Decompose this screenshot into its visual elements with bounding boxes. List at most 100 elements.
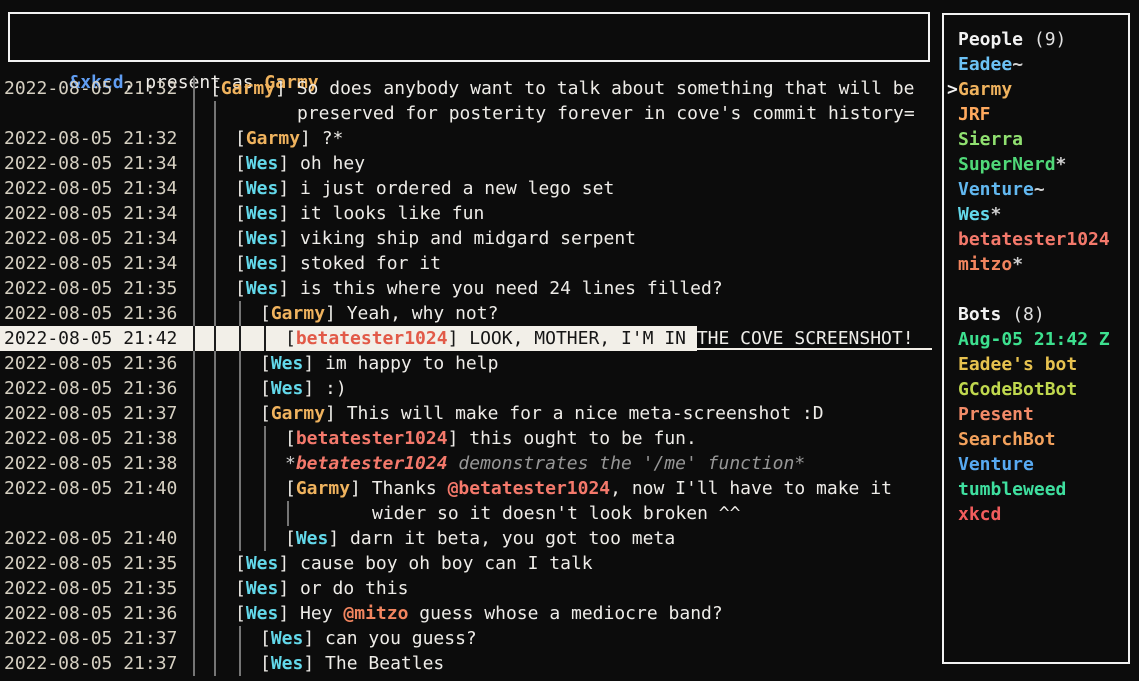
message-text: [ — [235, 603, 246, 624]
user-name: Garmy — [958, 79, 1012, 100]
active-user-marker: > — [947, 77, 958, 102]
user-list-item[interactable]: GCodeBotBot — [947, 377, 1128, 402]
user-list-item[interactable]: Venture — [947, 452, 1128, 477]
timestamp: 2022-08-05 21:34 — [4, 226, 177, 251]
nick: Wes — [246, 578, 279, 599]
chat-line[interactable]: 2022-08-05 21:34[Wes] i just ordered a n… — [0, 176, 934, 201]
chat-line[interactable]: 2022-08-05 21:36[Wes] Hey @mitzo guess w… — [0, 601, 934, 626]
user-list-item[interactable]: Eadee's bot — [947, 352, 1128, 377]
user-name: Sierra — [958, 129, 1023, 150]
chat-line[interactable]: 2022-08-05 21:42[betatester1024] LOOK, M… — [0, 326, 934, 351]
nick: Garmy — [221, 78, 275, 99]
message-text: guess whose a mediocre band? — [408, 603, 722, 624]
chat-line[interactable]: 2022-08-05 21:35 [Wes] is this where you … — [0, 276, 934, 301]
user-name: Eadee's bot — [958, 354, 1077, 375]
message-text: [ — [285, 428, 296, 449]
chat-line[interactable]: 2022-08-05 21:37[Wes] The Beatles — [0, 651, 934, 676]
message-text: ] — [278, 603, 300, 624]
user-list-item[interactable]: betatester1024 — [947, 227, 1128, 252]
message-text: [ — [260, 378, 271, 399]
message-text: [ — [285, 528, 296, 549]
user-status-suffix: ~ — [1012, 54, 1023, 75]
timestamp: 2022-08-05 21:37 — [4, 401, 177, 426]
chat-line[interactable]: 2022-08-05 21:35[Wes] cause boy oh boy c… — [0, 551, 934, 576]
chat-line[interactable]: 2022-08-05 21:40[Garmy] Thanks @betatest… — [0, 476, 934, 501]
user-name: Present — [958, 404, 1034, 425]
timestamp: 2022-08-05 21:36 — [4, 351, 177, 376]
chat-line[interactable]: wider so it doesn't look broken ^^ — [0, 501, 934, 526]
chat-line[interactable]: 2022-08-05 21:37[Wes] can you guess? — [0, 626, 934, 651]
mention[interactable]: @mitzo — [343, 603, 408, 624]
active-user-marker — [947, 377, 958, 402]
thread-guide — [214, 651, 216, 676]
chat-line[interactable]: 2022-08-05 21:40[Wes] darn it beta, you … — [0, 526, 934, 551]
user-list-item[interactable]: Wes* — [947, 202, 1128, 227]
thread-guide — [214, 101, 216, 126]
user-list-item[interactable]: Sierra — [947, 127, 1128, 152]
thread-guide — [214, 601, 216, 626]
timestamp: 2022-08-05 21:35 — [4, 276, 177, 301]
chat-line[interactable]: 2022-08-05 21:34[Wes] stoked for it — [0, 251, 934, 276]
message: [Wes] The Beatles — [260, 651, 444, 676]
chat-line[interactable]: 2022-08-05 21:34[Wes] oh hey — [0, 151, 934, 176]
message-text: ?* — [322, 128, 344, 149]
user-list-item[interactable]: mitzo* — [947, 252, 1128, 277]
message-text: So does anybody want to talk about somet… — [297, 78, 915, 99]
chat-line[interactable]: 2022-08-05 21:34[Wes] viking ship and mi… — [0, 226, 934, 251]
chat-line[interactable]: 2022-08-05 21:36 [Wes] im happy to help — [0, 351, 934, 376]
user-list-spacer — [947, 277, 1128, 302]
message-text: is this where you need 24 lines filled? — [300, 278, 723, 299]
message: [Wes] im happy to help — [260, 351, 498, 376]
message-text: viking ship and midgard serpent — [300, 228, 636, 249]
thread-guide — [214, 376, 216, 401]
user-name: SuperNerd — [958, 154, 1056, 175]
message-text: * — [285, 453, 296, 474]
user-list-item[interactable]: SuperNerd* — [947, 152, 1128, 177]
nick: betatester1024 — [296, 453, 448, 474]
chat-line[interactable]: 2022-08-05 21:32[Garmy] ?* — [0, 126, 934, 151]
user-list-item[interactable]: xkcd — [947, 502, 1128, 527]
message-text: [ — [235, 253, 246, 274]
timestamp: 2022-08-05 21:36 — [4, 301, 177, 326]
timestamp: 2022-08-05 21:34 — [4, 201, 177, 226]
user-list-item[interactable]: JRF — [947, 102, 1128, 127]
message-text: demonstrates the '/me' function — [448, 453, 795, 474]
nick: Wes — [246, 178, 279, 199]
message-text: [ — [260, 628, 271, 649]
user-list-item[interactable]: SearchBot — [947, 427, 1128, 452]
user-list-item[interactable]: >Garmy — [947, 77, 1128, 102]
chat-line[interactable]: 2022-08-05 21:36[Garmy] Yeah, why not? — [0, 301, 934, 326]
message: [Wes] cause boy oh boy can I talk — [235, 551, 593, 576]
message-text: [ — [260, 303, 271, 324]
channel-header: &xkcd, present as Garmy — [8, 12, 930, 62]
message: [Wes] or do this — [235, 576, 408, 601]
message-text: ] — [303, 628, 325, 649]
message-text: , now I'll have to make it — [610, 478, 892, 499]
thread-guide — [239, 326, 241, 351]
user-list-item[interactable]: tumbleweed — [947, 477, 1128, 502]
nick: Wes — [271, 353, 304, 374]
mention[interactable]: @betatester1024 — [448, 478, 611, 499]
nick: Wes — [271, 653, 304, 674]
message: [Wes] can you guess? — [260, 626, 477, 651]
chat-line[interactable]: 2022-08-05 21:38[betatester1024] this ou… — [0, 426, 934, 451]
user-list-item[interactable]: Venture~ — [947, 177, 1128, 202]
chat-line[interactable]: 2022-08-05 21:37[Garmy] This will make f… — [0, 401, 934, 426]
chat-line[interactable]: 2022-08-05 21:36[Wes] :) — [0, 376, 934, 401]
chat-line[interactable]: 2022-08-05 21:32[Garmy] So does anybody … — [0, 76, 934, 101]
chat-line[interactable]: 2022-08-05 21:34[Wes] it looks like fun — [0, 201, 934, 226]
chat-line[interactable]: 2022-08-05 21:38*betatester1024 demonstr… — [0, 451, 934, 476]
nick: Wes — [296, 528, 329, 549]
message: [Wes] is this where you need 24 lines fi… — [235, 276, 723, 301]
user-status-suffix: ~ — [1034, 179, 1045, 200]
chat-client-window: &xkcd, present as Garmy 2022-08-05 21:32… — [0, 0, 1139, 681]
nick: Wes — [246, 253, 279, 274]
chat-line[interactable]: preserved for posterity forever in cove'… — [0, 101, 934, 126]
active-user-marker — [947, 227, 958, 252]
user-list-item[interactable]: Aug-05 21:42 Z — [947, 327, 1128, 352]
nick: betatester1024 — [296, 328, 448, 349]
user-list-item[interactable]: Eadee~ — [947, 52, 1128, 77]
user-list-item[interactable]: Present — [947, 402, 1128, 427]
user-status-suffix: * — [1056, 154, 1067, 175]
chat-line[interactable]: 2022-08-05 21:35[Wes] or do this — [0, 576, 934, 601]
